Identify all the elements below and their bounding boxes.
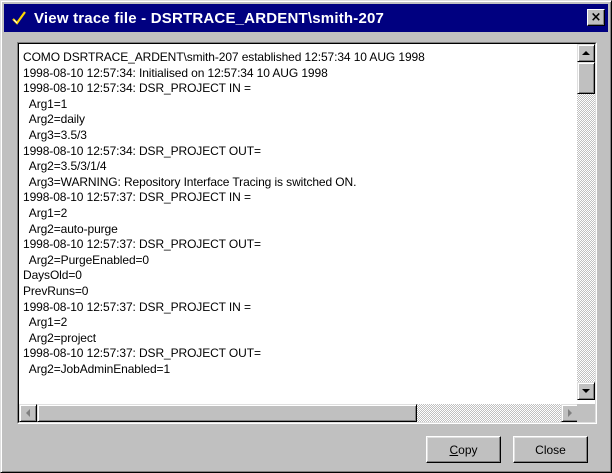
log-line: Arg1=2 [23,205,68,220]
scroll-left-button[interactable] [19,404,37,422]
window-title: View trace file - DSRTRACE_ARDENT\smith-… [34,9,385,27]
scrollbar-corner [577,404,595,422]
log-line: Arg2=auto-purge [23,221,118,236]
close-label: Close [535,442,566,457]
log-line: Arg3=WARNING: Repository Interface Traci… [23,174,357,189]
view-trace-file-dialog: View trace file - DSRTRACE_ARDENT\smith-… [0,0,612,473]
pencil-check-icon [10,9,28,27]
log-line: Arg2=PurgeEnabled=0 [23,252,150,267]
log-line: 1998-08-10 12:57:34: DSR_PROJECT IN = [23,81,251,96]
log-line: Arg2=project [23,330,96,345]
log-line: 1998-08-10 12:57:37: DSR_PROJECT OUT= [23,237,261,252]
trace-log[interactable]: COMO DSRTRACE_ARDENT\smith-207 establish… [23,50,573,398]
log-line: 1998-08-10 12:57:34: Initialised on 12:5… [23,65,328,80]
horizontal-scroll-thumb[interactable] [37,404,417,422]
close-icon: × [590,10,602,25]
close-window-button[interactable]: × [587,9,605,26]
copy-label: opy [458,442,478,457]
scroll-up-button[interactable] [577,44,595,62]
close-button[interactable]: Close [513,436,588,463]
log-line: Arg3=3.5/3 [23,127,87,142]
vertical-scrollbar[interactable] [577,44,595,400]
log-line: COMO DSRTRACE_ARDENT\smith-207 establish… [23,50,425,64]
arrow-up-icon [582,51,590,55]
log-line: 1998-08-10 12:57:37: DSR_PROJECT OUT= [23,346,261,361]
log-line: Arg2=daily [23,112,85,127]
log-line: 1998-08-10 12:57:37: DSR_PROJECT IN = [23,299,251,314]
log-line: DaysOld=0 [23,268,82,283]
arrow-down-icon [582,389,590,393]
log-line: Arg1=2 [23,315,68,330]
copy-mnemonic: C [449,442,459,457]
arrow-left-icon [26,409,30,417]
scroll-down-button[interactable] [577,382,595,400]
horizontal-scrollbar[interactable] [19,404,579,422]
copy-button[interactable]: Copy [426,436,501,463]
vertical-scroll-thumb[interactable] [577,62,595,94]
log-line: Arg1=1 [23,96,68,111]
log-line: PrevRuns=0 [23,283,89,298]
log-line: Arg2=JobAdminEnabled=1 [23,361,171,376]
log-line: 1998-08-10 12:57:37: DSR_PROJECT IN = [23,190,251,205]
title-bar[interactable]: View trace file - DSRTRACE_ARDENT\smith-… [4,4,608,32]
arrow-right-icon [568,409,572,417]
trace-text-panel[interactable]: COMO DSRTRACE_ARDENT\smith-207 establish… [17,42,597,424]
log-line: Arg2=3.5/3/1/4 [23,159,107,174]
log-line: 1998-08-10 12:57:34: DSR_PROJECT OUT= [23,143,261,158]
